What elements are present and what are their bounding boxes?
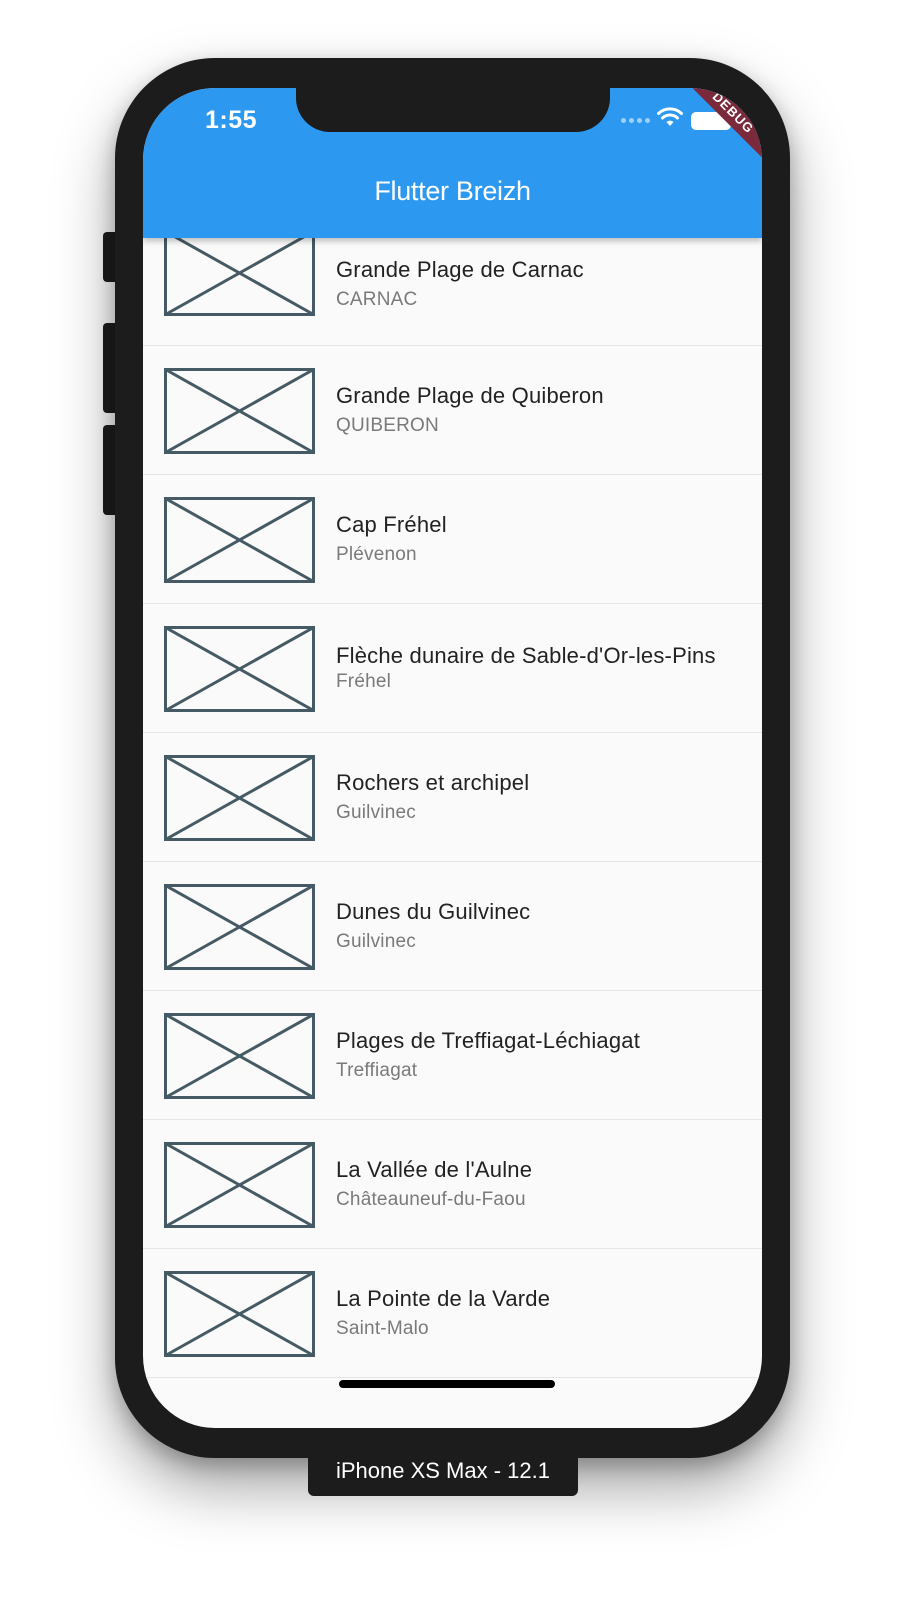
list-item-text: Grande Plage de Quiberon QUIBERON xyxy=(336,346,742,474)
signal-dots-icon xyxy=(621,118,650,123)
list-item-text: Plages de Treffiagat-Léchiagat Treffiaga… xyxy=(336,991,742,1119)
item-title: La Vallée de l'Aulne xyxy=(336,1157,533,1182)
app-title: Flutter Breizh xyxy=(374,176,531,206)
image-placeholder-icon xyxy=(164,1271,315,1357)
image-placeholder-icon xyxy=(164,626,315,712)
list-item-text: Rochers et archipel Guilvinec xyxy=(336,733,742,861)
list-item-text: Grande Plage de Carnac CARNAC xyxy=(336,230,742,345)
image-placeholder-icon xyxy=(164,884,315,970)
item-title: Cap Fréhel xyxy=(336,512,447,537)
item-subtitle: Fréhel xyxy=(336,671,392,692)
list-item[interactable]: Rochers et archipel Guilvinec xyxy=(143,733,762,862)
notch xyxy=(296,88,610,132)
item-title: Grande Plage de Quiberon xyxy=(336,383,604,408)
item-title: Rochers et archipel xyxy=(336,770,530,795)
image-placeholder-icon xyxy=(164,1142,315,1228)
image-placeholder-icon xyxy=(164,230,315,316)
wifi-icon xyxy=(657,107,683,126)
list-item-text: Flèche dunaire de Sable-d'Or-les-Pins Fr… xyxy=(336,604,742,732)
item-title: Grande Plage de Carnac xyxy=(336,257,584,282)
item-title: La Pointe de la Varde xyxy=(336,1286,551,1311)
image-placeholder-icon xyxy=(164,1013,315,1099)
image-placeholder-icon xyxy=(164,755,315,841)
item-title: Dunes du Guilvinec xyxy=(336,899,531,924)
status-time: 1:55 xyxy=(205,106,258,134)
device-label: iPhone XS Max - 12.1 xyxy=(308,1446,578,1496)
list-item[interactable]: Dunes du Guilvinec Guilvinec xyxy=(143,862,762,991)
list-item-text: Cap Fréhel Plévenon xyxy=(336,475,742,603)
phone-screen: 1:55 DEBUG Flutter Breizh Grande Plage d… xyxy=(143,88,762,1428)
item-subtitle: QUIBERON xyxy=(336,415,439,436)
item-subtitle: Guilvinec xyxy=(336,931,416,952)
list-item[interactable]: Plages de Treffiagat-Léchiagat Treffiaga… xyxy=(143,991,762,1120)
image-placeholder-icon xyxy=(164,497,315,583)
item-subtitle: Treffiagat xyxy=(336,1060,418,1081)
list-item[interactable]: Flèche dunaire de Sable-d'Or-les-Pins Fr… xyxy=(143,604,762,733)
image-placeholder-icon xyxy=(164,368,315,454)
list-item-text: Dunes du Guilvinec Guilvinec xyxy=(336,862,742,990)
item-subtitle: Guilvinec xyxy=(336,802,416,823)
app-bar: 1:55 DEBUG Flutter Breizh xyxy=(143,88,762,238)
item-title: Plages de Treffiagat-Léchiagat xyxy=(336,1028,641,1053)
item-subtitle: Châteauneuf-du-Faou xyxy=(336,1189,526,1210)
home-indicator[interactable] xyxy=(339,1380,555,1388)
simulator-stage: 1:55 DEBUG Flutter Breizh Grande Plage d… xyxy=(0,0,905,1600)
list-item[interactable]: La Vallée de l'Aulne Châteauneuf-du-Faou xyxy=(143,1120,762,1249)
list-item[interactable]: Grande Plage de Carnac CARNAC xyxy=(143,230,762,346)
list-item[interactable]: La Pointe de la Varde Saint-Malo xyxy=(143,1249,762,1378)
item-title: Flèche dunaire de Sable-d'Or-les-Pins xyxy=(336,643,716,668)
places-list[interactable]: Grande Plage de Carnac CARNAC Grande Pla… xyxy=(143,230,762,1378)
list-item-text: La Pointe de la Varde Saint-Malo xyxy=(336,1249,742,1377)
list-item-text: La Vallée de l'Aulne Châteauneuf-du-Faou xyxy=(336,1120,742,1248)
item-subtitle: Saint-Malo xyxy=(336,1318,429,1339)
list-item[interactable]: Grande Plage de Quiberon QUIBERON xyxy=(143,346,762,475)
list-item[interactable]: Cap Fréhel Plévenon xyxy=(143,475,762,604)
item-subtitle: CARNAC xyxy=(336,289,418,310)
item-subtitle: Plévenon xyxy=(336,544,417,565)
